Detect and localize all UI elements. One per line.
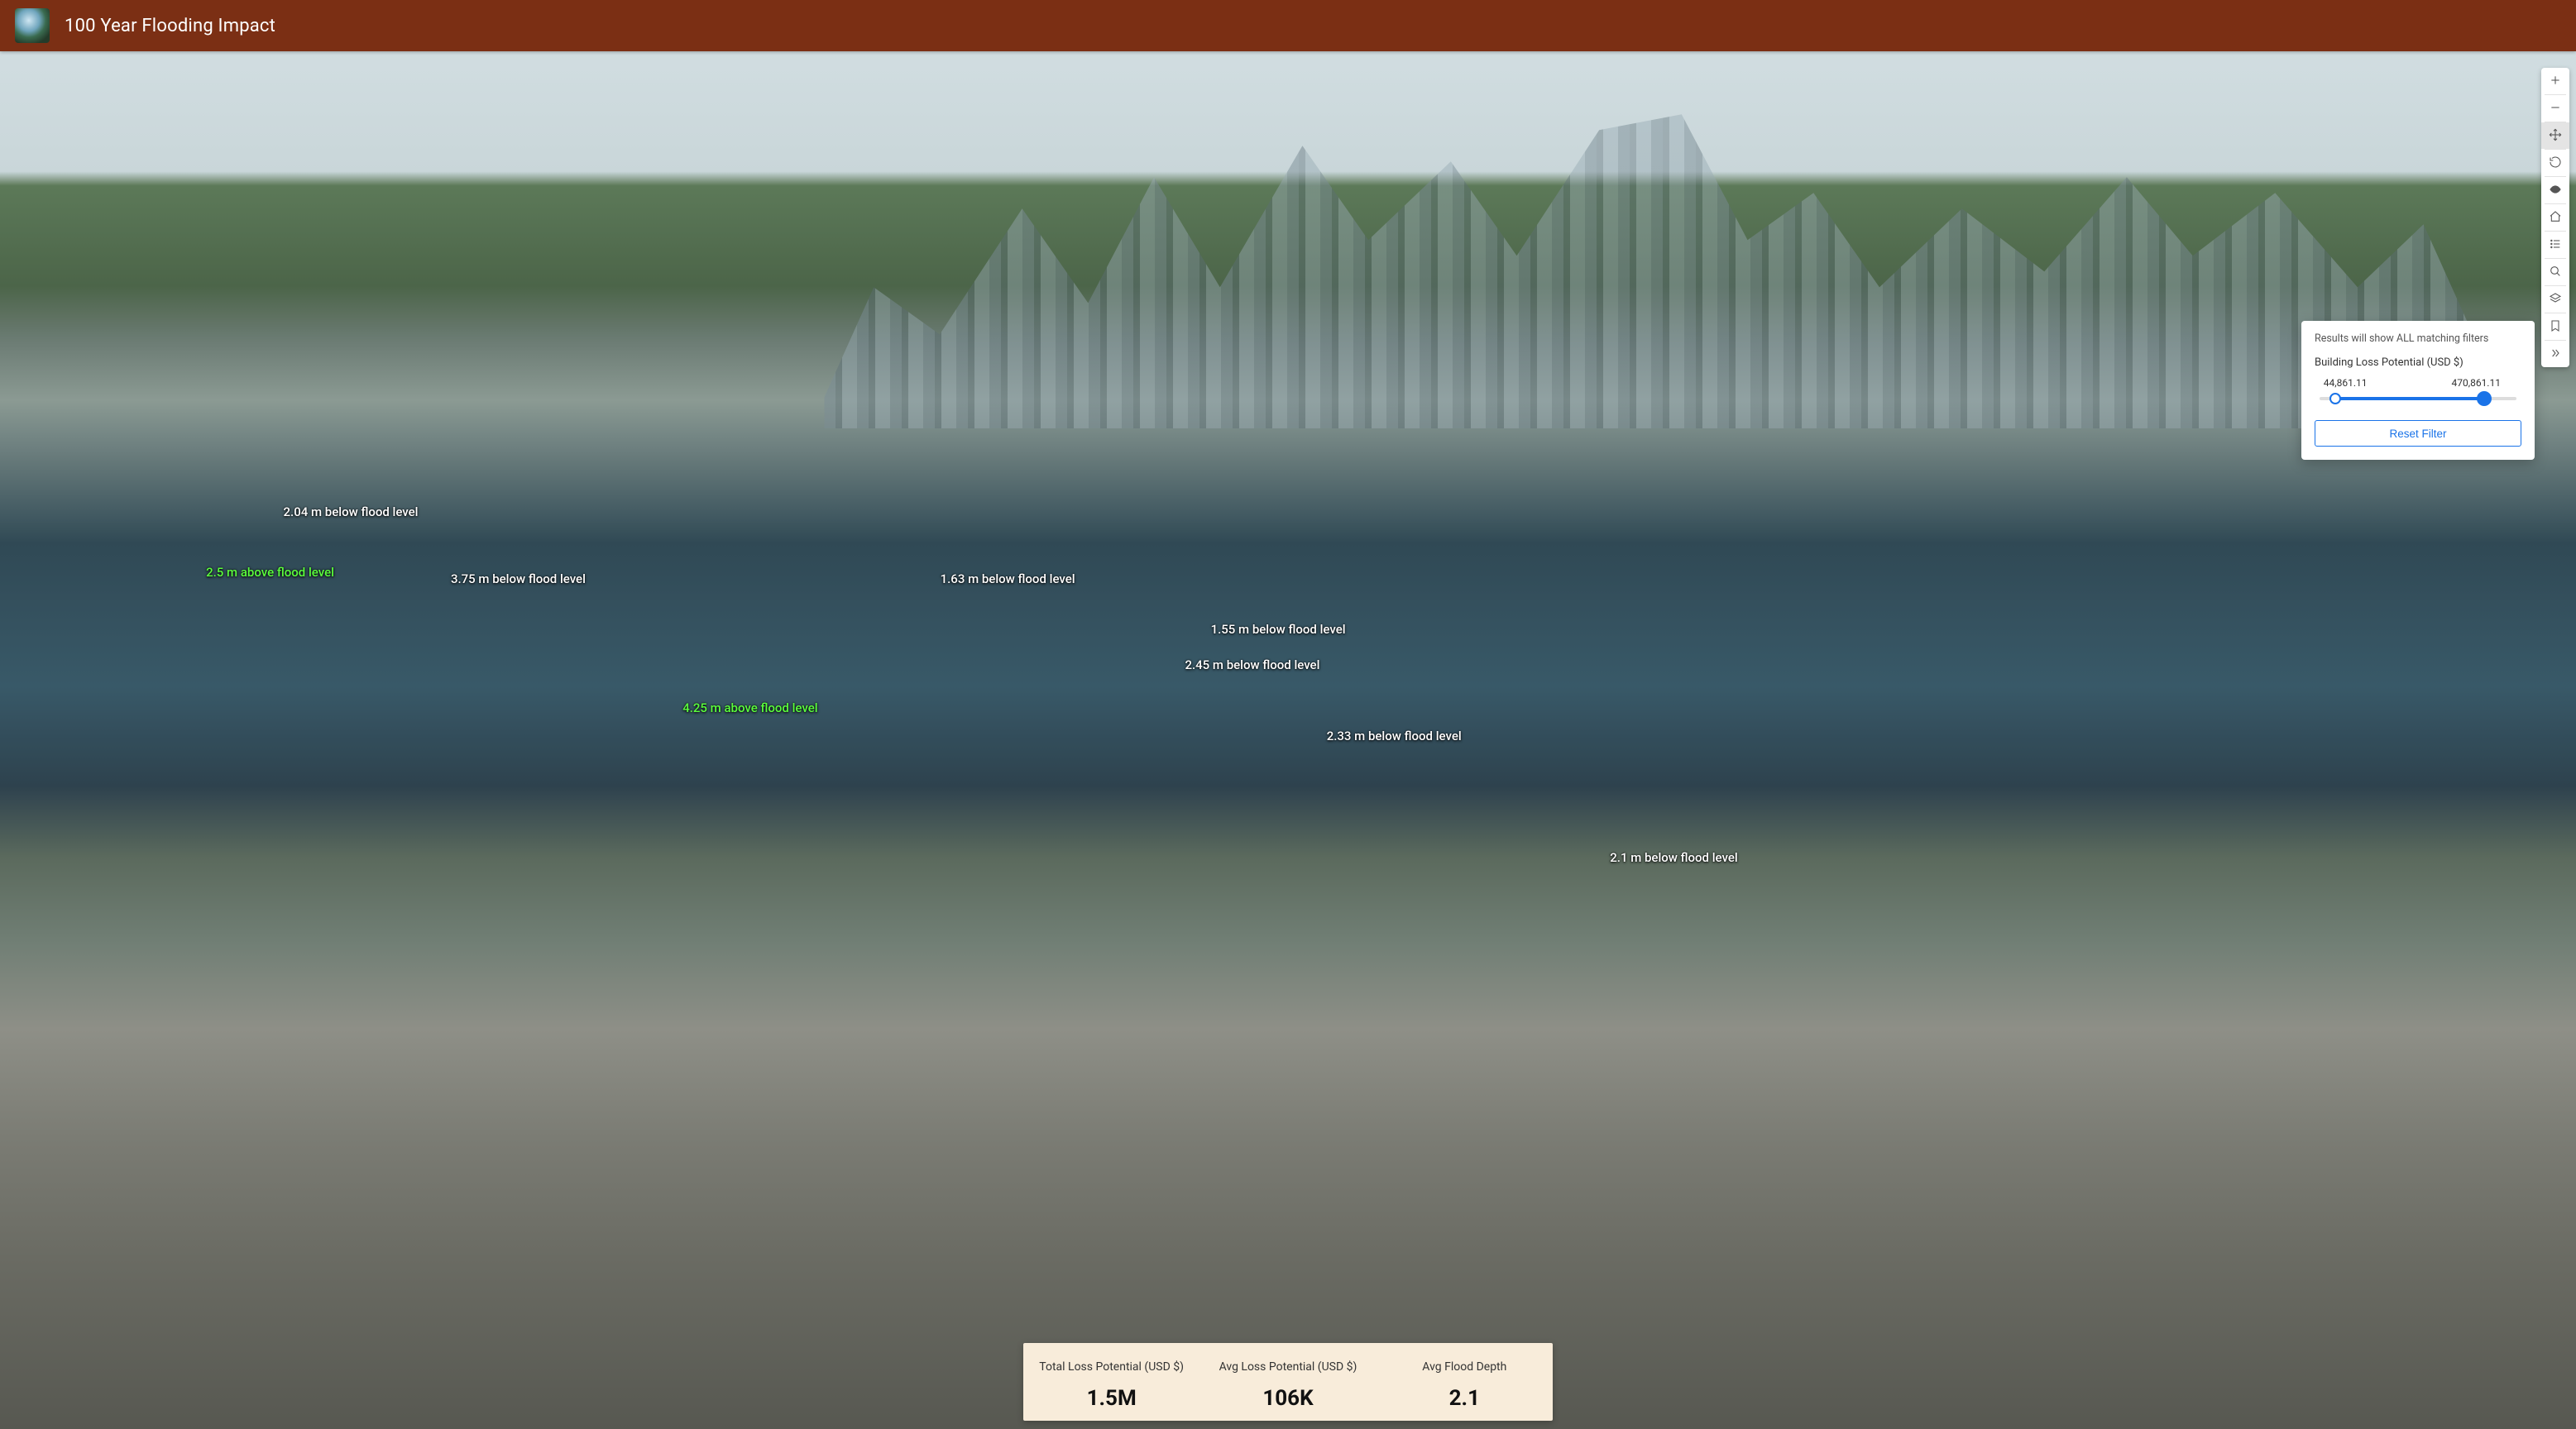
bookmark-icon: [2549, 319, 2562, 335]
stat-value: 2.1: [1383, 1386, 1546, 1411]
eye-icon: [2549, 183, 2562, 198]
stat-card: Avg Loss Potential (USD $) 106K: [1199, 1351, 1376, 1411]
app-logo: [15, 8, 50, 43]
filter-field-label: Building Loss Potential (USD $): [2315, 356, 2521, 369]
bookmark-button[interactable]: [2541, 313, 2569, 340]
stats-bar: Total Loss Potential (USD $)1.5MAvg Loss…: [1023, 1343, 1553, 1421]
stat-label: Avg Flood Depth: [1383, 1351, 1546, 1383]
rotate-icon: [2549, 155, 2562, 171]
stat-label: Total Loss Potential (USD $): [1030, 1351, 1193, 1383]
chevron-right-double-icon: [2549, 346, 2562, 362]
stat-value: 1.5M: [1030, 1386, 1193, 1411]
filter-hint: Results will show ALL matching filters: [2315, 332, 2521, 345]
loss-potential-slider[interactable]: 44,861.11 470,861.11: [2320, 377, 2516, 410]
stat-label: Avg Loss Potential (USD $): [1206, 1351, 1369, 1383]
legend-button[interactable]: [2541, 232, 2569, 258]
reset-filter-button[interactable]: Reset Filter: [2315, 420, 2521, 447]
skyline-silhouette: [824, 114, 2473, 428]
zoom-in-button[interactable]: [2541, 68, 2569, 94]
slider-max-label: 470,861.11: [2451, 377, 2500, 389]
pan-button[interactable]: [2541, 122, 2569, 149]
home-icon: [2549, 210, 2562, 226]
plus-icon: [2549, 74, 2562, 89]
expand-button[interactable]: [2541, 341, 2569, 367]
look-button[interactable]: [2541, 177, 2569, 203]
stat-card: Avg Flood Depth 2.1: [1377, 1351, 1553, 1411]
search-button[interactable]: [2541, 259, 2569, 285]
slider-track-active: [2335, 397, 2485, 400]
minus-icon: [2549, 101, 2562, 117]
slider-thumb-min[interactable]: [2329, 393, 2341, 404]
layers-button[interactable]: [2541, 286, 2569, 313]
list-icon: [2549, 237, 2562, 253]
stat-value: 106K: [1206, 1386, 1369, 1411]
app-header: 100 Year Flooding Impact: [0, 0, 2576, 51]
search-icon: [2549, 265, 2562, 280]
zoom-out-button[interactable]: [2541, 95, 2569, 122]
move-icon: [2549, 128, 2562, 144]
scene-viewport[interactable]: [0, 0, 2576, 1429]
filter-panel: Results will show ALL matching filters B…: [2301, 321, 2535, 460]
stat-card: Total Loss Potential (USD $) 1.5M: [1023, 1351, 1199, 1411]
map-toolbar: [2541, 68, 2569, 367]
app-title: 100 Year Flooding Impact: [65, 16, 275, 36]
slider-thumb-max[interactable]: [2477, 391, 2492, 406]
rotate-button[interactable]: [2541, 150, 2569, 176]
home-button[interactable]: [2541, 204, 2569, 231]
layers-icon: [2549, 292, 2562, 308]
slider-min-label: 44,861.11: [2324, 377, 2368, 389]
